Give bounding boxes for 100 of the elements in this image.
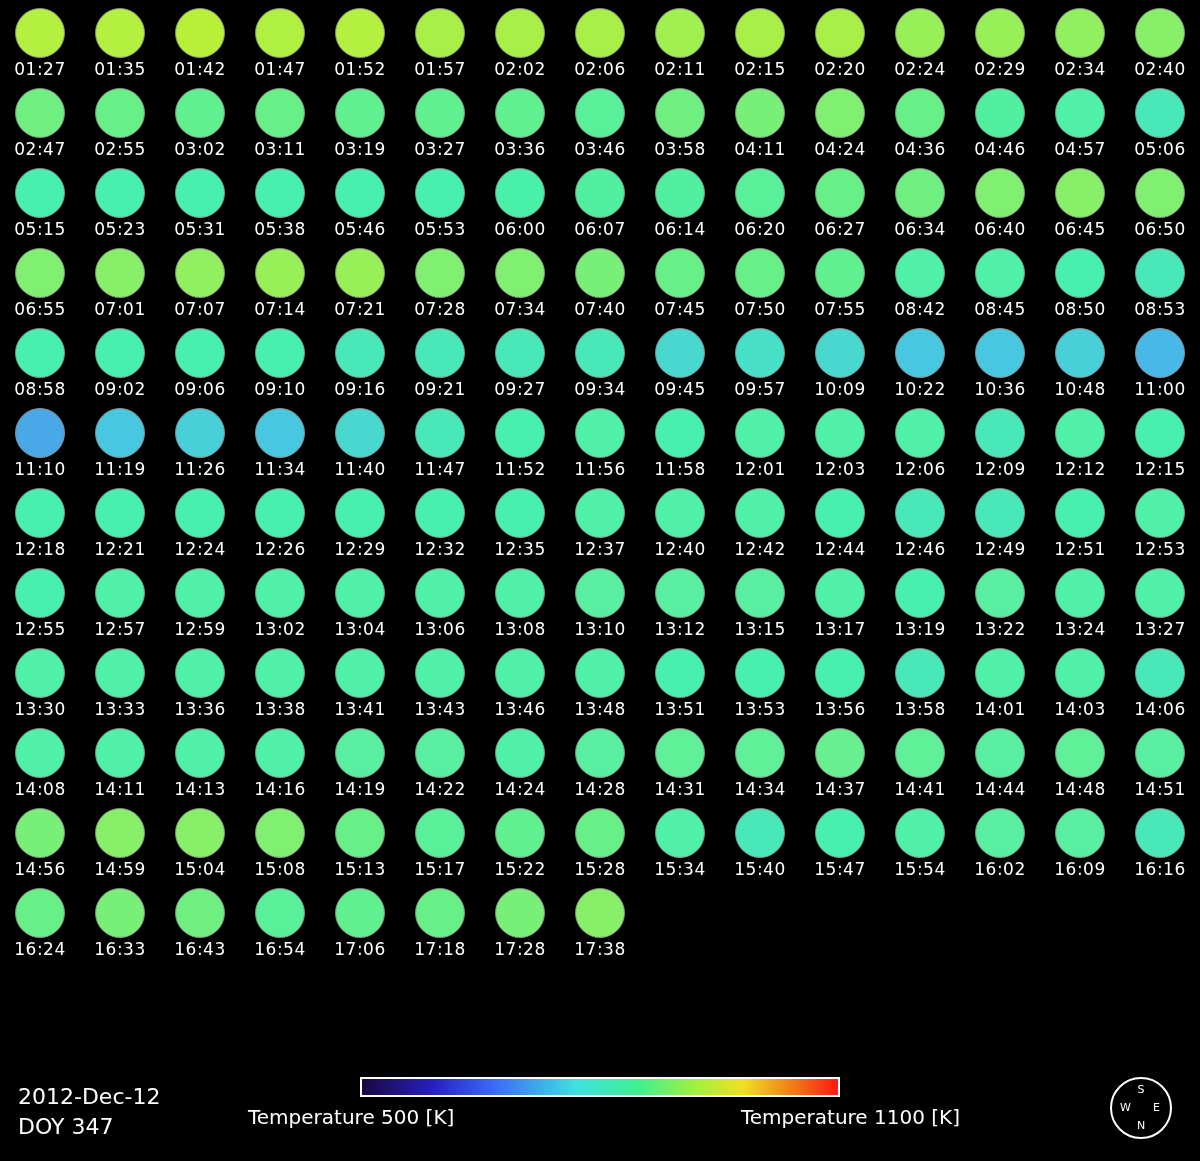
time-label: 14:16 <box>254 779 306 799</box>
time-label: 14:08 <box>14 779 66 799</box>
time-label: 15:22 <box>494 859 546 879</box>
time-label: 13:06 <box>414 619 466 639</box>
date-label: 2012-Dec-12 <box>18 1083 162 1111</box>
time-label: 12:32 <box>414 539 466 559</box>
time-label: 07:45 <box>654 299 706 319</box>
time-label: 09:45 <box>654 379 706 399</box>
time-label: 13:56 <box>814 699 866 719</box>
time-label: 13:19 <box>894 619 946 639</box>
time-label: 12:49 <box>974 539 1026 559</box>
time-label: 03:11 <box>254 139 306 159</box>
time-label: 05:31 <box>174 219 226 239</box>
time-label: 12:44 <box>814 539 866 559</box>
time-label: 03:19 <box>334 139 386 159</box>
compass-direction: N <box>1136 1120 1146 1132</box>
time-label: 17:38 <box>574 939 626 959</box>
time-label: 11:40 <box>334 459 386 479</box>
time-label: 03:58 <box>654 139 706 159</box>
time-label: 14:03 <box>1054 699 1106 719</box>
time-label: 13:36 <box>174 699 226 719</box>
time-label: 15:17 <box>414 859 466 879</box>
time-label: 17:28 <box>494 939 546 959</box>
time-label: 11:26 <box>174 459 226 479</box>
time-label: 02:15 <box>734 59 786 79</box>
time-label: 12:24 <box>174 539 226 559</box>
time-label: 09:10 <box>254 379 306 399</box>
time-label: 07:40 <box>574 299 626 319</box>
time-label: 02:11 <box>654 59 706 79</box>
time-label: 09:02 <box>94 379 146 399</box>
scale-min-label: Temperature 500 [K] <box>248 1105 455 1129</box>
time-label: 14:11 <box>94 779 146 799</box>
time-label: 09:16 <box>334 379 386 399</box>
time-label: 07:28 <box>414 299 466 319</box>
time-label: 13:27 <box>1134 619 1186 639</box>
time-label: 13:41 <box>334 699 386 719</box>
time-label: 15:28 <box>574 859 626 879</box>
time-label: 12:01 <box>734 459 786 479</box>
time-label: 13:12 <box>654 619 706 639</box>
time-label: 16:43 <box>174 939 226 959</box>
time-label: 15:47 <box>814 859 866 879</box>
time-label: 16:09 <box>1054 859 1106 879</box>
time-label: 14:24 <box>494 779 546 799</box>
time-label: 08:42 <box>894 299 946 319</box>
time-label: 12:53 <box>1134 539 1186 559</box>
time-label: 16:16 <box>1134 859 1186 879</box>
time-label: 12:09 <box>974 459 1026 479</box>
time-label: 04:57 <box>1054 139 1106 159</box>
time-label: 03:36 <box>494 139 546 159</box>
time-label: 15:08 <box>254 859 306 879</box>
time-label: 09:06 <box>174 379 226 399</box>
time-label: 13:33 <box>94 699 146 719</box>
time-label: 11:47 <box>414 459 466 479</box>
time-label: 14:41 <box>894 779 946 799</box>
time-label: 14:51 <box>1134 779 1186 799</box>
time-label: 13:58 <box>894 699 946 719</box>
time-label: 11:58 <box>654 459 706 479</box>
time-label: 12:59 <box>174 619 226 639</box>
time-label: 13:43 <box>414 699 466 719</box>
time-label: 01:27 <box>14 59 66 79</box>
time-label: 13:51 <box>654 699 706 719</box>
time-label: 13:15 <box>734 619 786 639</box>
time-label: 12:15 <box>1134 459 1186 479</box>
time-label: 01:47 <box>254 59 306 79</box>
time-label: 14:37 <box>814 779 866 799</box>
time-label: 11:00 <box>1134 379 1186 399</box>
time-label: 13:53 <box>734 699 786 719</box>
time-label: 05:38 <box>254 219 306 239</box>
time-label: 12:21 <box>94 539 146 559</box>
time-label: 13:22 <box>974 619 1026 639</box>
time-label: 13:02 <box>254 619 306 639</box>
time-label: 06:07 <box>574 219 626 239</box>
time-label: 06:40 <box>974 219 1026 239</box>
time-label: 06:45 <box>1054 219 1106 239</box>
time-label: 02:29 <box>974 59 1026 79</box>
time-label: 16:33 <box>94 939 146 959</box>
time-label: 09:34 <box>574 379 626 399</box>
time-label: 03:46 <box>574 139 626 159</box>
time-label: 14:13 <box>174 779 226 799</box>
compass-direction: W <box>1120 1102 1131 1114</box>
time-label: 14:19 <box>334 779 386 799</box>
time-label: 10:22 <box>894 379 946 399</box>
time-label: 02:47 <box>14 139 66 159</box>
time-label: 09:27 <box>494 379 546 399</box>
time-label: 05:53 <box>414 219 466 239</box>
time-label: 14:06 <box>1134 699 1186 719</box>
time-label: 05:46 <box>334 219 386 239</box>
time-label: 07:55 <box>814 299 866 319</box>
time-label: 12:12 <box>1054 459 1106 479</box>
time-label: 17:06 <box>334 939 386 959</box>
time-label: 08:45 <box>974 299 1026 319</box>
time-label: 12:06 <box>894 459 946 479</box>
time-label: 07:01 <box>94 299 146 319</box>
time-label: 11:52 <box>494 459 546 479</box>
time-label: 17:18 <box>414 939 466 959</box>
time-label: 13:46 <box>494 699 546 719</box>
time-label: 01:42 <box>174 59 226 79</box>
time-label: 08:53 <box>1134 299 1186 319</box>
time-label: 15:40 <box>734 859 786 879</box>
time-label: 05:23 <box>94 219 146 239</box>
